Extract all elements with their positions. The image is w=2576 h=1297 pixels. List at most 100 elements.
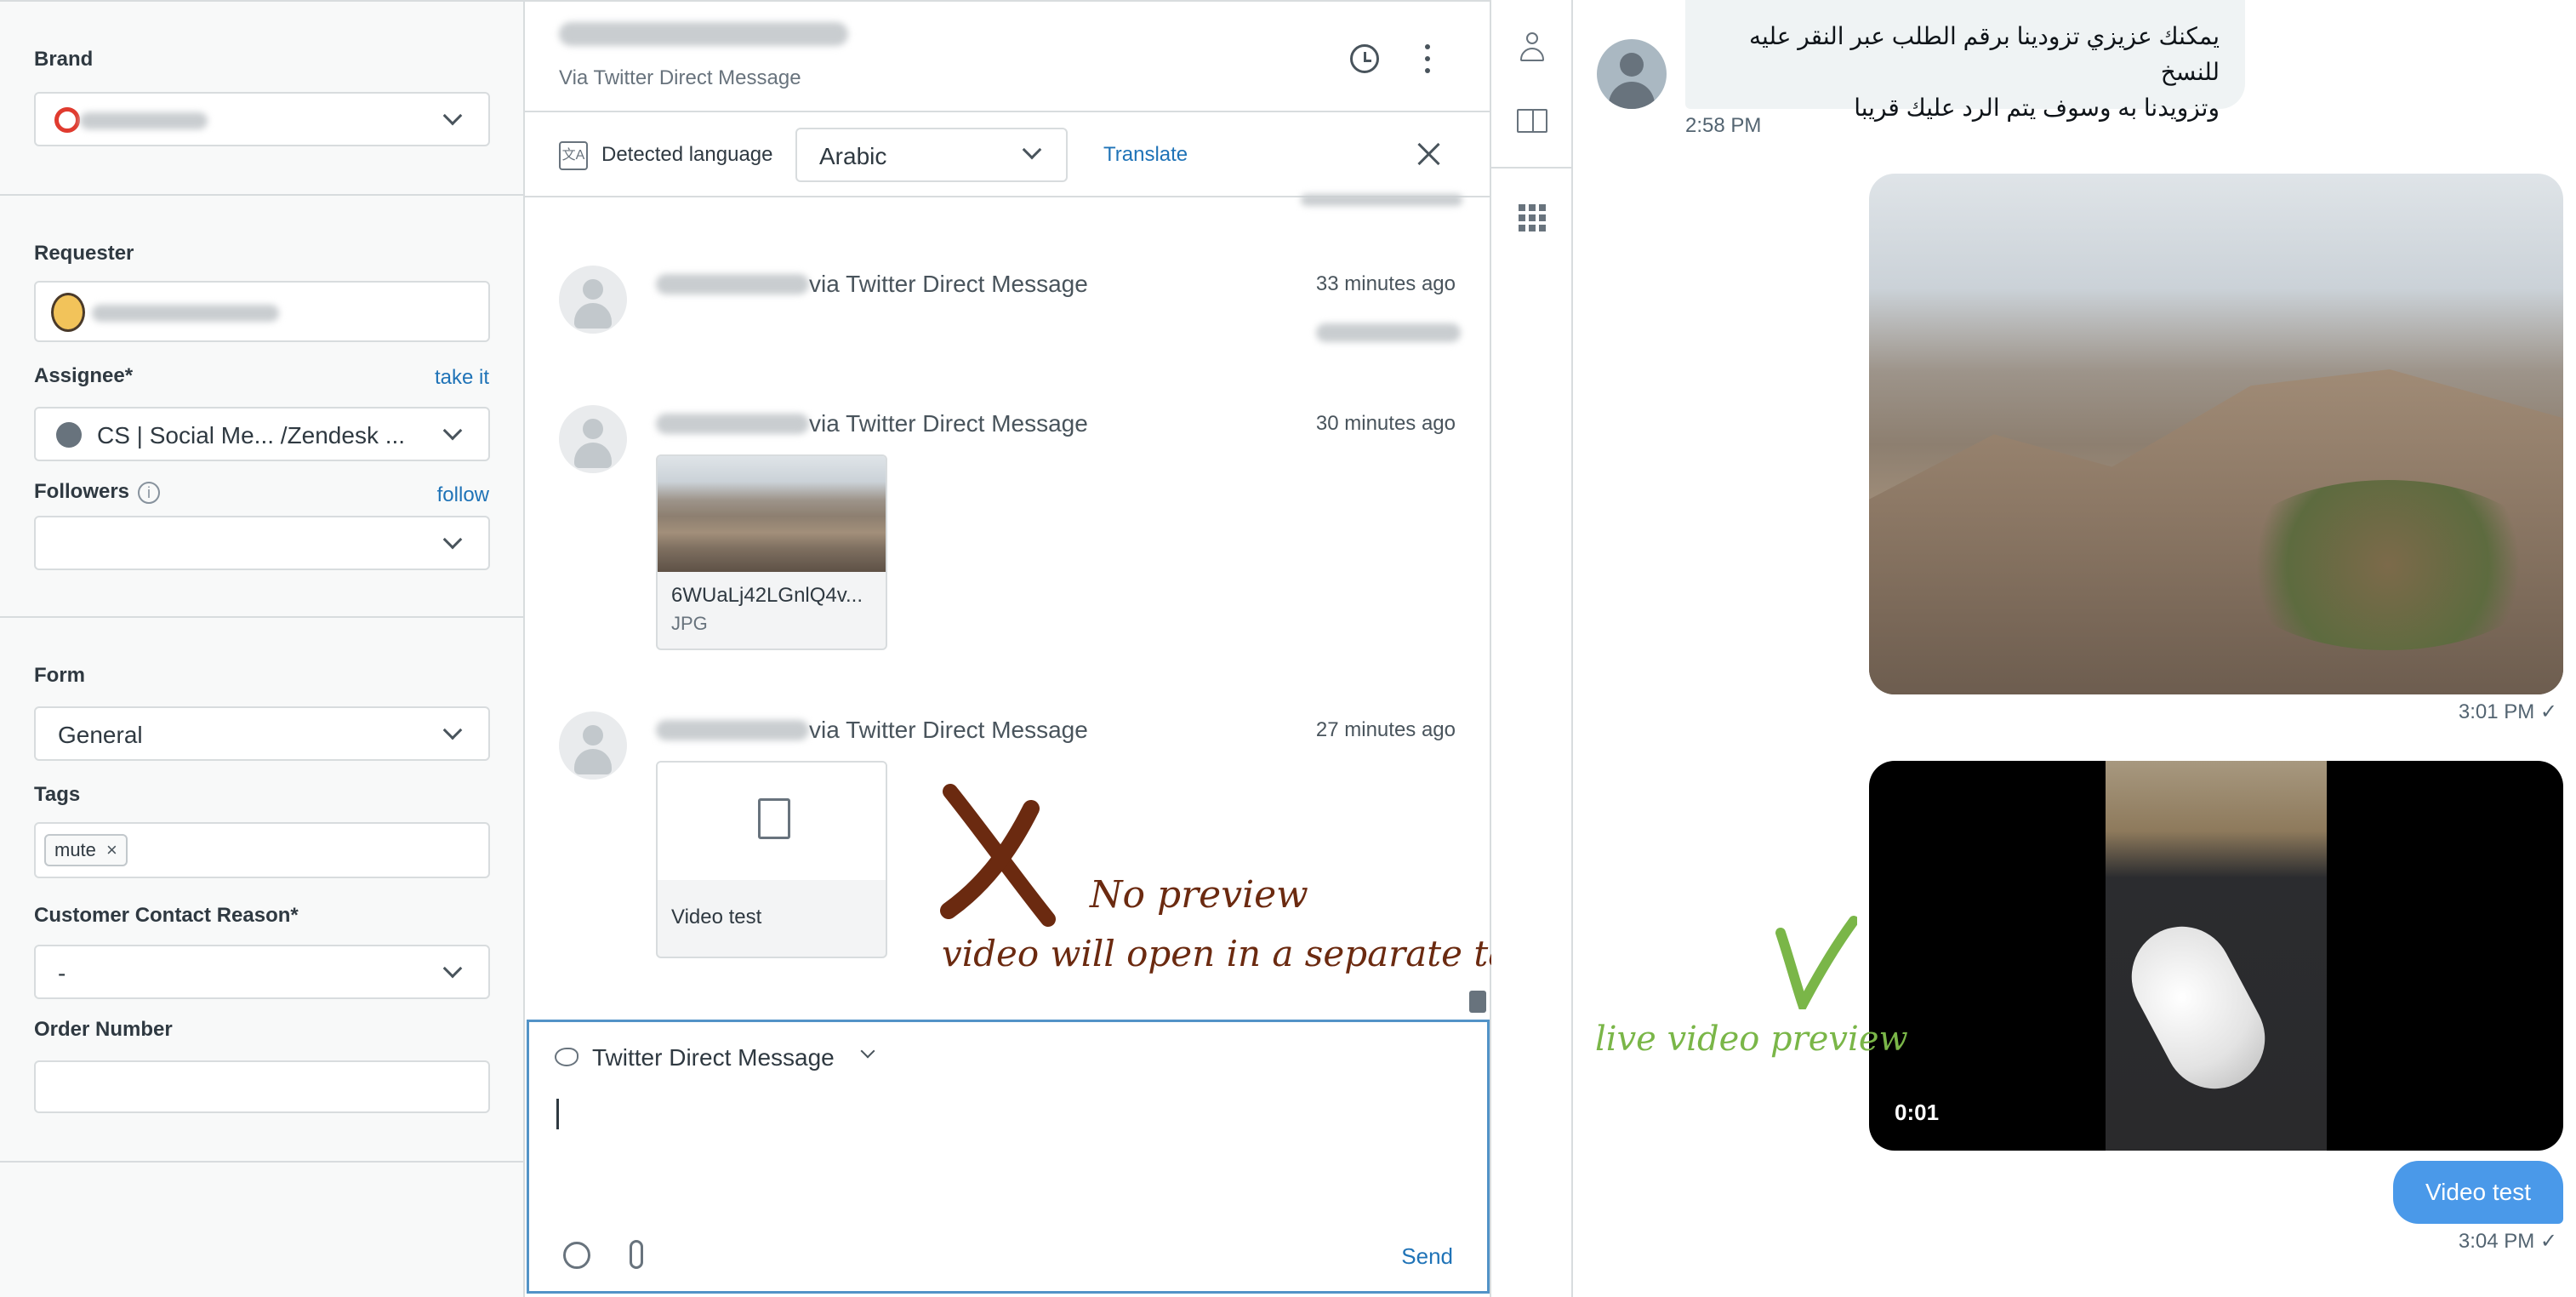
requester-label: Requester (34, 242, 134, 265)
chevron-down-icon (442, 529, 463, 550)
brand-label: Brand (34, 48, 94, 71)
assignee-label: Assignee* (34, 364, 134, 387)
twitter-icon (555, 1048, 578, 1066)
annotation-live-preview: live video preview (1595, 1020, 1908, 1059)
message-via: via Twitter Direct Message (809, 717, 1088, 743)
divider (0, 616, 525, 618)
translate-button[interactable]: Translate (1103, 143, 1188, 167)
channel-subtitle: Via Twitter Direct Message (559, 66, 801, 89)
attachment-type: JPG (671, 613, 708, 634)
user-group-icon (56, 422, 82, 448)
info-icon[interactable]: i (138, 482, 160, 504)
mouse-shape (2113, 909, 2283, 1106)
video-attachment[interactable]: Video test (656, 761, 887, 958)
remove-tag-icon[interactable]: × (106, 839, 117, 860)
cross-mark-icon (940, 784, 1056, 927)
translate-icon: 文A (559, 141, 588, 170)
outgoing-text: Video test (2425, 1179, 2532, 1205)
language-value: Arabic (819, 143, 887, 169)
take-it-link[interactable]: take it (435, 366, 489, 390)
followers-select[interactable] (34, 516, 490, 570)
shared-image[interactable] (1869, 174, 2563, 694)
image-attachment[interactable]: 6WUaLj42LGnlQ4v... JPG (656, 454, 887, 650)
assignee-select[interactable]: CS | Social Me... /Zendesk ... (34, 407, 490, 461)
redacted-ticket-title (559, 22, 848, 46)
divider (525, 111, 1491, 112)
redacted-message-text (1301, 194, 1462, 206)
follow-link[interactable]: follow (437, 483, 489, 507)
chevron-down-icon (442, 106, 463, 126)
requester-field[interactable] (34, 281, 490, 342)
ticket-properties-panel: Brand Requester Assignee* take it CS | S… (0, 0, 525, 1297)
close-icon[interactable] (1415, 140, 1444, 169)
chevron-down-icon[interactable] (860, 1043, 875, 1059)
tag-chip[interactable]: mute × (44, 834, 128, 866)
message-via: via Twitter Direct Message (809, 271, 1088, 297)
form-label: Form (34, 664, 85, 687)
divider (0, 194, 525, 196)
form-value: General (58, 722, 143, 748)
message-time: 27 minutes ago (1315, 718, 1456, 741)
annotation-title: No preview (1090, 873, 1308, 917)
video-player[interactable]: 0:01 (1869, 761, 2563, 1151)
divider (0, 0, 525, 2)
history-icon[interactable] (1350, 44, 1379, 73)
divider (1491, 167, 1573, 169)
file-preview-placeholder (658, 763, 886, 880)
chevron-down-icon (442, 958, 463, 979)
composer-channel[interactable]: Twitter Direct Message (592, 1044, 835, 1071)
video-frame (2106, 761, 2327, 1151)
avatar (559, 266, 627, 334)
chevron-down-icon (442, 420, 463, 441)
form-select[interactable]: General (34, 706, 490, 761)
redacted-message-text (1316, 323, 1461, 342)
redacted-sender-name (656, 274, 809, 294)
message-time: 33 minutes ago (1315, 272, 1456, 295)
language-select[interactable]: Arabic (795, 128, 1068, 182)
apps-rail (1491, 0, 1573, 1297)
video-duration: 0:01 (1895, 1100, 1940, 1125)
redacted-sender-name (656, 414, 809, 434)
conversation-panel: Via Twitter Direct Message 文A Detected l… (525, 0, 1532, 1297)
knowledge-icon[interactable] (1517, 109, 1547, 133)
contact-reason-label: Customer Contact Reason* (34, 904, 299, 927)
assignee-value: CS | Social Me... /Zendesk ... (97, 422, 406, 449)
incoming-time: 2:58 PM (1685, 114, 1762, 137)
detected-language-label: Detected language (601, 143, 773, 166)
contact-reason-select[interactable]: - (34, 945, 490, 999)
scroll-handle[interactable] (1469, 991, 1486, 1013)
emoji-icon[interactable] (563, 1242, 590, 1269)
tag-label: mute (54, 839, 96, 860)
image-time: 3:01 PM ✓ (2458, 700, 2557, 723)
send-button[interactable]: Send (1401, 1243, 1453, 1270)
redacted-brand (80, 112, 208, 129)
reply-composer[interactable]: Twitter Direct Message Send (527, 1020, 1490, 1294)
avatar (559, 711, 627, 780)
outgoing-time: 3:04 PM ✓ (2458, 1230, 2557, 1253)
brand-select[interactable] (34, 92, 490, 146)
tags-input[interactable]: mute × (34, 822, 490, 878)
check-mark-icon (1775, 916, 1857, 1009)
user-icon[interactable] (1520, 32, 1544, 63)
attachment-filename: Video test (671, 906, 762, 928)
avatar (1597, 39, 1667, 109)
more-options-icon[interactable] (1425, 44, 1432, 75)
annotation-subtitle: video will open in a separate tab (942, 933, 1533, 974)
redacted-requester (92, 305, 279, 322)
text-cursor (556, 1099, 559, 1129)
attachment-filename: 6WUaLj42LGnlQ4v... (671, 584, 863, 607)
order-number-input[interactable] (34, 1060, 490, 1113)
message-via: via Twitter Direct Message (809, 410, 1088, 437)
image-thumbnail (658, 456, 886, 572)
apps-grid-icon[interactable] (1519, 204, 1546, 231)
followers-label: Followers (34, 480, 130, 503)
brand-logo-icon (54, 107, 80, 133)
message-time: 30 minutes ago (1315, 412, 1456, 435)
incoming-text-line: وتزويدنا به وسوف يتم الرد عليك قريبا (1854, 94, 2220, 121)
shrub-shape (2226, 480, 2550, 650)
order-number-label: Order Number (34, 1018, 173, 1041)
outgoing-message-bubble: Video test (2393, 1161, 2563, 1224)
attachment-icon[interactable] (630, 1240, 643, 1269)
requester-avatar (51, 293, 85, 332)
incoming-message-bubble: يمكنك عزيزي تزودينا برقم الطلب عبر النقر… (1685, 0, 2245, 121)
